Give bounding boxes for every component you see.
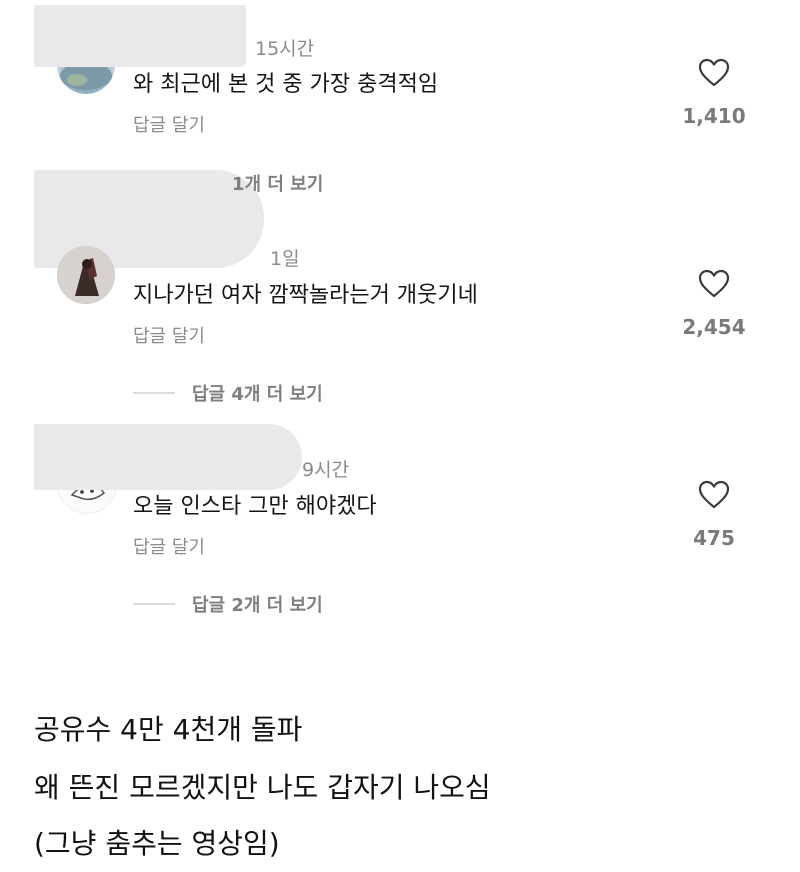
avatar-image — [57, 246, 115, 304]
reply-button[interactable]: 답글 달기 — [133, 111, 205, 137]
comment-text: 지나가던 여자 깜짝놀라는거 개웃기네 — [133, 283, 478, 308]
view-more-replies[interactable]: 1개 더 보기 — [232, 170, 323, 196]
comment-time: 15시간 — [255, 38, 315, 60]
caption-line: 공유수 4만 4천개 돌파 — [34, 713, 303, 746]
view-more-replies[interactable]: 답글 4개 더 보기 — [192, 380, 323, 406]
comment-time: 1일 — [270, 248, 300, 270]
comment-time: 9시간 — [302, 459, 350, 481]
heart-outline-icon[interactable] — [698, 58, 730, 88]
heart-outline-icon[interactable] — [698, 269, 730, 299]
caption-line: 왜 뜬진 모르겠지만 나도 갑자기 나오심 — [34, 771, 491, 804]
replies-divider-line — [133, 392, 175, 394]
replies-divider-line — [133, 603, 175, 605]
redacted-username — [34, 424, 302, 490]
heart-outline-icon[interactable] — [698, 480, 730, 510]
comment-text: 와 최근에 본 것 중 가장 충격적임 — [133, 72, 439, 97]
like-count: 1,410 — [682, 104, 746, 128]
caption-line: (그냥 춤추는 영상임) — [34, 827, 280, 860]
avatar[interactable] — [57, 246, 115, 304]
reply-button[interactable]: 답글 달기 — [133, 533, 205, 559]
like-count: 475 — [693, 526, 735, 550]
redacted-username — [34, 5, 246, 67]
like-count: 2,454 — [682, 315, 746, 339]
comment-text: 오늘 인스타 그만 해야겠다 — [133, 494, 377, 519]
reply-button[interactable]: 답글 달기 — [133, 322, 205, 348]
view-more-replies[interactable]: 답글 2개 더 보기 — [192, 591, 323, 617]
